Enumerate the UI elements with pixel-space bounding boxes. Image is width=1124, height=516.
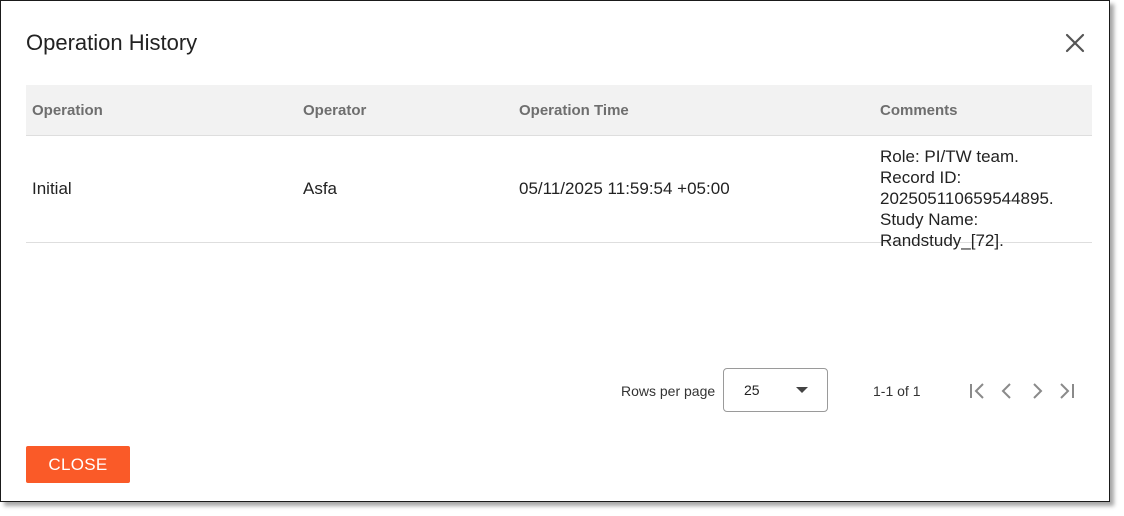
rows-per-page-select[interactable]: 25	[723, 368, 828, 412]
dropdown-caret-icon	[796, 387, 808, 393]
rows-per-page-label: Rows per page	[621, 383, 716, 399]
operation-history-dialog: Operation History Operation Operator Ope…	[0, 0, 1110, 502]
comment-line: Role: PI/TW team.	[880, 147, 1019, 166]
table-header: Operation Operator Operation Time Commen…	[26, 85, 1092, 136]
comment-line: 202505110659544895.	[880, 189, 1054, 208]
column-header-comments[interactable]: Comments	[880, 102, 958, 119]
column-header-operator[interactable]: Operator	[303, 102, 366, 119]
column-header-operation[interactable]: Operation	[32, 102, 103, 119]
table-row: Initial Asfa 05/11/2025 11:59:54 +05:00 …	[26, 136, 1092, 250]
previous-page-icon[interactable]	[995, 379, 1019, 403]
cell-comments: Role: PI/TW team. Record ID: 20250511065…	[880, 146, 1054, 251]
first-page-icon[interactable]	[965, 379, 989, 403]
last-page-icon[interactable]	[1055, 379, 1079, 403]
comment-line: Study Name:	[880, 210, 979, 229]
comment-line: Randstudy_[72].	[880, 231, 1004, 250]
pagination-range: 1-1 of 1	[873, 383, 921, 399]
next-page-icon[interactable]	[1025, 379, 1049, 403]
close-button[interactable]: CLOSE	[26, 446, 130, 483]
cell-operation-time: 05/11/2025 11:59:54 +05:00	[519, 179, 730, 198]
comment-line: Record ID:	[880, 168, 962, 187]
dialog-title: Operation History	[26, 30, 198, 55]
rows-per-page-value: 25	[744, 382, 760, 398]
column-header-operation-time[interactable]: Operation Time	[519, 102, 629, 119]
close-icon[interactable]	[1063, 31, 1087, 55]
cell-operator: Asfa	[303, 179, 338, 198]
operation-history-table: Operation Operator Operation Time Commen…	[26, 85, 1092, 250]
cell-operation: Initial	[32, 179, 72, 198]
